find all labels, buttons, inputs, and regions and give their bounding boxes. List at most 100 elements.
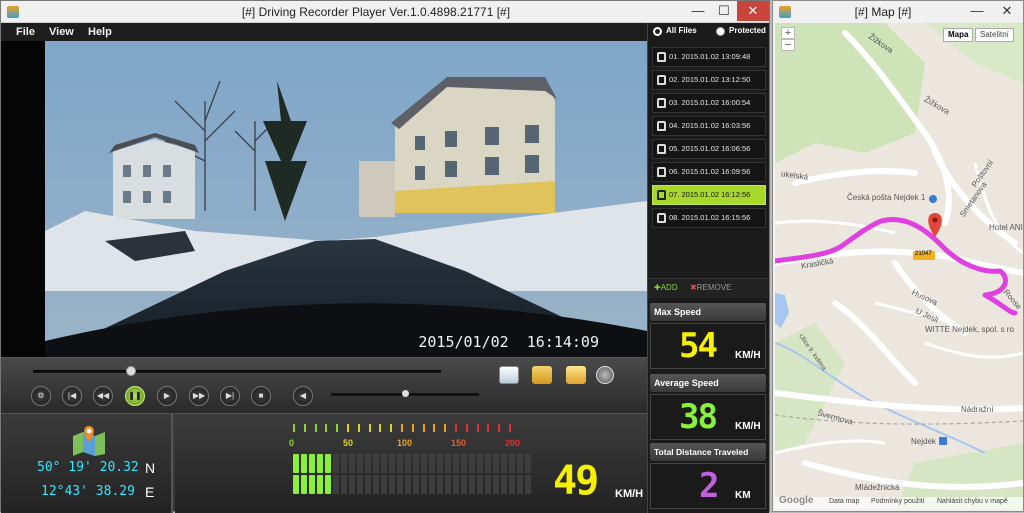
map-toggle-icon[interactable] [566,366,586,384]
close-icon[interactable]: ✕ [737,1,769,21]
lock-icon [657,213,666,223]
volume-slider[interactable] [331,390,479,397]
report-error-link[interactable]: Nahlásit chybu v mapě [937,498,1008,505]
file-list-item[interactable]: 08. 2015.01.02 16:15:56 [652,208,766,228]
zoom-in-button[interactable]: + [781,27,795,39]
speed-bar-segment [389,454,395,473]
remove-button[interactable]: ✖REMOVE [690,283,731,292]
map-type-map[interactable]: Mapa [943,28,974,42]
speed-bar-segment [453,454,459,473]
street-label: Mládežnická [855,483,900,492]
lock-icon [657,167,666,177]
speed-bar-segment [525,475,531,494]
gear-icon: ⚙ [37,391,45,400]
file-list-item[interactable]: 07. 2015.01.02 16:12:56 [652,185,766,205]
video-frame[interactable]: 2015/01/02 16:14:09 [45,41,647,357]
fast-forward-icon: ▶▶ [192,391,206,400]
map-pin-icon [73,426,105,456]
stop-icon: ■ [258,391,264,400]
mute-button[interactable]: ◀ [293,386,313,406]
map-view[interactable]: + − Mapa Satelitní Žižkova Žižkova Pošto… [775,23,1023,509]
file-list-item-label: 03. 2015.01.02 16:00:54 [669,98,751,107]
menu-view[interactable]: View [49,23,74,41]
speed-bar-segment [469,475,475,494]
speedometer-panel: 0 50 100 150 200 49 KM/H [175,413,647,513]
speed-bar-segment [461,475,467,494]
map-type-satellite[interactable]: Satelitní [975,28,1014,42]
pause-button[interactable]: ❚❚ [125,386,145,406]
longitude-value: 12°43' 38.29 [41,484,135,499]
add-button[interactable]: ✚ADD [654,283,678,292]
settings-button[interactable]: ⚙ [31,386,51,406]
speed-scale-label: 150 [451,438,467,448]
speed-bar-segment [325,454,331,473]
terms-link[interactable]: Podmínky použití [871,498,925,505]
file-list-item[interactable]: 05. 2015.01.02 16:06:56 [652,139,766,159]
speed-bar-segment [373,475,379,494]
rewind-button[interactable]: ◀◀ [93,386,113,406]
speed-bar-segment [301,454,307,473]
google-logo: Google [779,495,814,506]
speed-scale-label: 100 [397,438,413,448]
speed-bar-segment [333,475,339,494]
speed-bar-segment [365,475,371,494]
seek-slider[interactable] [33,366,441,376]
previous-file-button[interactable]: |◀ [62,386,82,406]
road-number-label: 21047 [915,251,932,257]
max-speed-value: 54 [679,326,718,366]
menu-help[interactable]: Help [88,23,112,41]
speed-bar-segment [421,475,427,494]
file-list-item[interactable]: 02. 2015.01.02 13:12:50 [652,70,766,90]
speed-scale-tick [411,424,414,432]
speed-scale-tick [390,424,393,432]
speed-bar-segment [413,454,419,473]
speed-bar-segment [317,454,323,473]
speed-scale-tick [347,424,349,432]
max-speed-box: 54 KM/H [650,323,766,369]
radio-protected-label: Protected [729,26,766,35]
speed-bar-segment [485,454,491,473]
seek-handle[interactable] [125,366,136,376]
map-data-link[interactable]: Data map [829,498,859,505]
remove-label: REMOVE [696,283,732,292]
file-list-item[interactable]: 04. 2015.01.02 16:03:56 [652,116,766,136]
radio-protected[interactable] [716,27,725,36]
video-scene [45,41,647,357]
file-list-item[interactable]: 01. 2015.01.02 13:09:48 [652,47,766,67]
play-button[interactable]: ▶ [157,386,177,406]
speed-bar-segment [469,454,475,473]
map-close-icon[interactable]: ✕ [991,1,1023,21]
map-title: [#] Map [#] [854,5,912,19]
lock-icon [657,52,666,62]
speed-bar-segment [413,475,419,494]
file-list-item-label: 07. 2015.01.02 16:12:56 [669,190,751,199]
stop-button[interactable]: ■ [251,386,271,406]
next-file-button[interactable]: ▶| [220,386,240,406]
speed-bar-segment [461,454,467,473]
rewind-icon: ◀◀ [96,391,110,400]
map-minimize-icon[interactable]: — [963,1,991,21]
minimize-icon[interactable]: — [685,1,711,21]
speed-scale-tick [357,424,360,432]
camera-icon[interactable] [596,366,614,384]
menu-file[interactable]: File [16,23,35,41]
zoom-out-button[interactable]: − [781,39,795,51]
folder-icon[interactable] [532,366,552,384]
speed-scale-tick [433,424,436,432]
speed-bar-segment [493,475,499,494]
map-titlebar: [#] Map [#] — ✕ [773,1,1023,23]
volume-handle[interactable] [402,390,409,397]
distance-title: Total Distance Traveled [650,443,766,461]
speed-bar-segment [349,475,355,494]
file-list-item[interactable]: 03. 2015.01.02 16:00:54 [652,93,766,113]
radio-all-files[interactable] [653,27,662,36]
speed-scale-tick [422,424,425,432]
maximize-icon[interactable]: ☐ [711,1,737,21]
snapshot-icon[interactable] [499,366,519,384]
place-label: Nejdek [911,437,936,446]
video-timestamp: 2015/01/02 16:14:09 [418,333,599,351]
file-list-item[interactable]: 06. 2015.01.02 16:09:56 [652,162,766,182]
speed-scale-tick [401,424,403,432]
fast-forward-button[interactable]: ▶▶ [189,386,209,406]
add-label: ADD [660,283,678,292]
